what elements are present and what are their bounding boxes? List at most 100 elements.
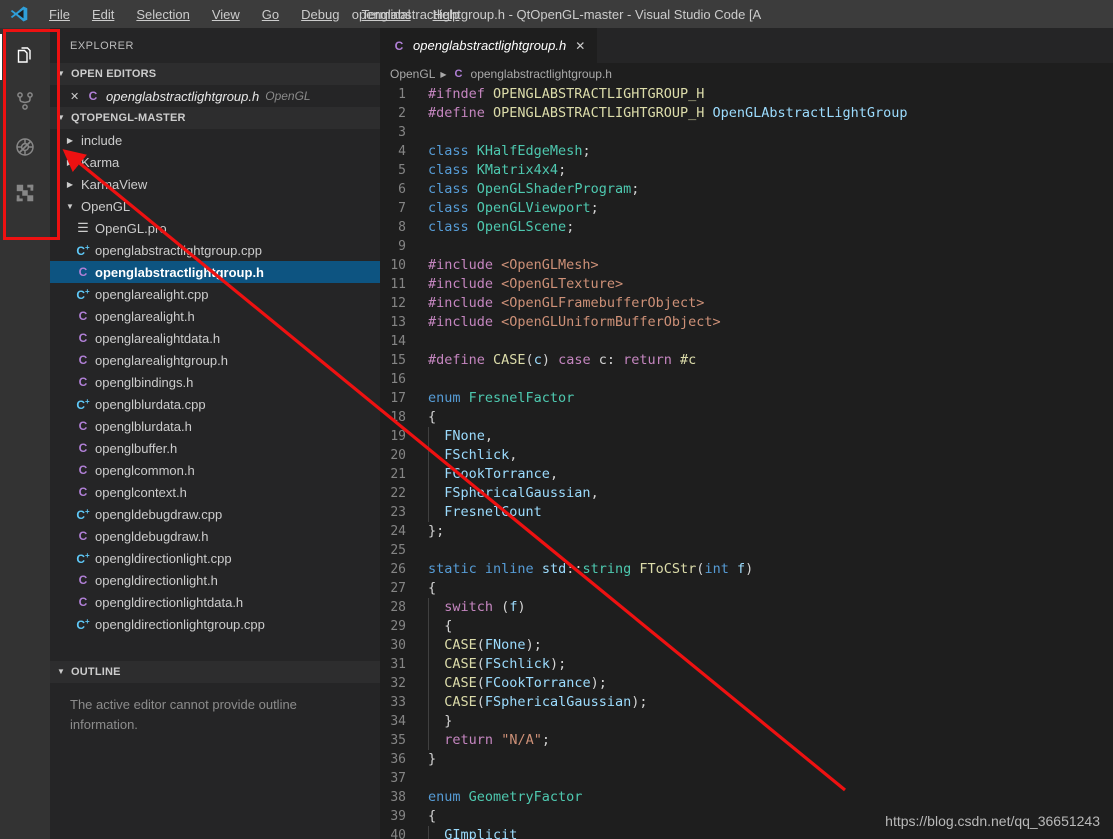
code-token: ( xyxy=(493,599,510,615)
breadcrumb[interactable]: OpenGL ▶ C openglabstractlightgroup.h xyxy=(380,63,1113,85)
code-token: ; xyxy=(566,219,575,235)
indent-guide xyxy=(428,674,429,693)
code-line: 32 CASE(FCookTorrance); xyxy=(380,674,1113,693)
line-number: 10 xyxy=(390,258,406,273)
tree-file-row[interactable]: Copenglarealightdata.h xyxy=(50,327,380,349)
tree-item-label: openglabstractlightgroup.cpp xyxy=(95,242,262,258)
menu-help[interactable]: Help xyxy=(422,4,471,25)
tree-file-row[interactable]: Copenglcommon.h xyxy=(50,459,380,481)
chevron-right-icon: ▶ xyxy=(440,69,447,79)
line-number: 34 xyxy=(390,714,406,729)
tree-file-row[interactable]: Copenglcontext.h xyxy=(50,481,380,503)
activity-item-extensions[interactable] xyxy=(0,172,50,218)
tree-file-row[interactable]: Copenglabstractlightgroup.h xyxy=(50,261,380,283)
section-outline-label: OUTLINE xyxy=(71,666,121,678)
code-line: 16 xyxy=(380,370,1113,389)
section-project-root[interactable]: ▼ QTOPENGL-MASTER xyxy=(50,107,380,129)
line-number: 2 xyxy=(398,106,406,121)
tree-file-row[interactable]: C+ openglarealight.cpp xyxy=(50,283,380,305)
code-token: , xyxy=(509,447,518,463)
indent-guide xyxy=(428,427,429,446)
tree-item-label: openglarealight.cpp xyxy=(95,286,209,302)
breadcrumb-item-folder[interactable]: OpenGL xyxy=(390,67,435,81)
menu-debug-label: Debug xyxy=(301,6,340,22)
tree-file-row[interactable]: Copenglblurdata.h xyxy=(50,415,380,437)
explorer-title: EXPLORER xyxy=(70,39,134,52)
breadcrumb-item-file[interactable]: openglabstractlightgroup.h xyxy=(471,67,612,81)
menu-bar[interactable]: File Edit Selection View Go Debug Termin… xyxy=(38,4,470,25)
line-number: 18 xyxy=(390,410,406,425)
menu-go[interactable]: Go xyxy=(251,4,290,25)
tree-item-label: openglcontext.h xyxy=(95,484,187,500)
code-line-text: CASE(FSchlick); xyxy=(428,655,566,674)
code-line: 17 enum FresnelFactor xyxy=(380,389,1113,408)
tree-file-row[interactable]: C+ openglabstractlightgroup.cpp xyxy=(50,239,380,261)
code-line: 4 class KHalfEdgeMesh; xyxy=(380,142,1113,161)
code-token: ) xyxy=(745,561,754,577)
tree-item-label: openglbindings.h xyxy=(95,374,194,390)
code-token: OpenGLViewport xyxy=(476,200,591,216)
menu-file[interactable]: File xyxy=(38,4,81,25)
activity-item-debug[interactable] xyxy=(0,126,50,172)
code-line-text: class OpenGLViewport; xyxy=(428,199,599,218)
cpp-file-icon: C+ xyxy=(76,286,90,302)
tree-item-label: openglblurdata.h xyxy=(95,418,192,434)
line-number: 8 xyxy=(398,220,406,235)
activity-item-source-control[interactable] xyxy=(0,80,50,126)
tree-item-label: KarmaView xyxy=(81,176,148,192)
code-token: ( xyxy=(476,637,485,653)
close-icon[interactable]: ✕ xyxy=(575,39,585,53)
close-icon[interactable]: ✕ xyxy=(70,90,80,103)
code-line: 9 xyxy=(380,237,1113,256)
tree-file-row[interactable]: Copengldebugdraw.h xyxy=(50,525,380,547)
code-token: <OpenGLUniformBufferObject> xyxy=(501,314,721,330)
menu-view[interactable]: View xyxy=(201,4,251,25)
line-number: 24 xyxy=(390,524,406,539)
line-number: 35 xyxy=(390,733,406,748)
code-token: <OpenGLFramebufferObject> xyxy=(501,295,705,311)
tree-file-row[interactable]: C+ opengldebugdraw.cpp xyxy=(50,503,380,525)
code-line-text: CASE(FNone); xyxy=(428,636,542,655)
code-token: FNone xyxy=(484,637,526,653)
code-editor[interactable]: 1 #ifndef OPENGLABSTRACTLIGHTGROUP_H 2 #def… xyxy=(380,85,1113,839)
menu-edit[interactable]: Edit xyxy=(81,4,125,25)
tree-folder-row[interactable]: ▶ KarmaView xyxy=(50,173,380,195)
menu-terminal[interactable]: Terminal xyxy=(350,4,421,25)
tree-file-row[interactable]: ☰ OpenGL.pro xyxy=(50,217,380,239)
debug-disabled-icon xyxy=(13,135,37,164)
tree-file-row[interactable]: C+ opengldirectionlightgroup.cpp xyxy=(50,613,380,635)
code-token: , xyxy=(590,485,599,501)
menu-terminal-label: Terminal xyxy=(361,6,411,22)
file-tree: ▶ include ▶ Karma ▶ KarmaView ▼ OpenGL ☰ OpenGL.p… xyxy=(50,129,380,635)
section-outline[interactable]: ▼ OUTLINE xyxy=(50,661,380,683)
indent-guide xyxy=(428,465,429,484)
menu-debug[interactable]: Debug xyxy=(290,4,350,25)
tree-file-row[interactable]: Copengldirectionlight.h xyxy=(50,569,380,591)
tree-folder-row[interactable]: ▶ include xyxy=(50,129,380,151)
code-token: { xyxy=(428,618,453,634)
tree-file-row[interactable]: Copenglarealight.h xyxy=(50,305,380,327)
code-token: OPENGLABSTRACTLIGHTGROUP_H xyxy=(493,86,705,102)
code-token: #include xyxy=(428,276,502,292)
tree-folder-row[interactable]: ▶ Karma xyxy=(50,151,380,173)
tree-folder-row[interactable]: ▼ OpenGL xyxy=(50,195,380,217)
code-line: 13 #include <OpenGLUniformBufferObject> xyxy=(380,313,1113,332)
section-open-editors[interactable]: ▼ OPEN EDITORS xyxy=(50,63,380,85)
tree-file-row[interactable]: Copengldirectionlightdata.h xyxy=(50,591,380,613)
menu-selection[interactable]: Selection xyxy=(125,4,200,25)
code-line-text: FSphericalGaussian, xyxy=(428,484,599,503)
open-editor-item[interactable]: ✕ C openglabstractlightgroup.h OpenGL xyxy=(50,85,380,107)
tree-file-row[interactable]: C+ opengldirectionlight.cpp xyxy=(50,547,380,569)
tree-file-row[interactable]: Copenglbuffer.h xyxy=(50,437,380,459)
c-header-file-icon: C xyxy=(78,463,88,477)
tree-file-row[interactable]: C+ openglblurdata.cpp xyxy=(50,393,380,415)
activity-item-explorer[interactable] xyxy=(0,34,50,80)
tree-file-row[interactable]: Copenglbindings.h xyxy=(50,371,380,393)
tree-file-row[interactable]: Copenglarealightgroup.h xyxy=(50,349,380,371)
code-line-text: }; xyxy=(428,522,444,541)
tab-openglabstractlightgroup-h[interactable]: C openglabstractlightgroup.h ✕ xyxy=(380,28,599,63)
code-line-text: GImplicit xyxy=(428,826,517,839)
